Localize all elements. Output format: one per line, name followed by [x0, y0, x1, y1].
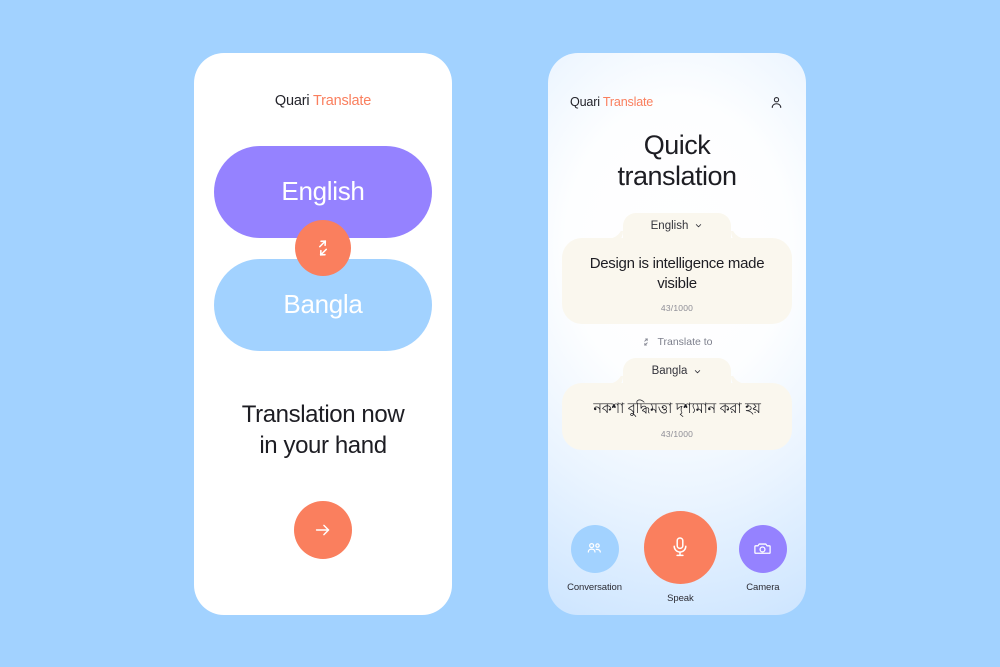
account-button[interactable] — [769, 95, 784, 110]
swap-languages-button[interactable] — [295, 220, 351, 276]
source-language-dropdown[interactable]: English — [623, 212, 731, 239]
speak-button[interactable]: Speak — [643, 510, 717, 604]
page-title: Quick translation — [548, 130, 806, 193]
people-group-icon — [587, 542, 601, 553]
app-logo: Quari Translate — [570, 95, 653, 109]
logo-text-primary: Quari — [274, 92, 310, 109]
source-char-count: 43/1000 — [660, 303, 694, 314]
logo-text-primary: Quari — [570, 95, 600, 109]
source-language-label: English — [650, 219, 689, 232]
language-selector-group: English Bangla — [214, 145, 432, 351]
app-mockup-stage: Quari Translate English Bangla Translati… — [0, 0, 1000, 667]
source-text-block: English Design is intelligence made visi… — [548, 212, 806, 325]
logo-text-accent: Translate — [312, 92, 372, 109]
conversation-button[interactable]: Conversation — [567, 524, 622, 593]
target-text-card[interactable]: নকশা বুদ্ধিমত্তা দৃশ্যমান করা হয় 43/100… — [562, 383, 792, 451]
person-icon — [771, 96, 782, 108]
page-title-line-2: translation — [617, 161, 737, 192]
cta-row — [194, 500, 452, 559]
camera-bubble — [738, 524, 787, 573]
chevron-down-icon — [695, 370, 701, 374]
target-language-label: Bangla — [283, 289, 363, 319]
conversation-bubble — [570, 524, 619, 573]
source-text: Design is intelligence made visible — [589, 254, 765, 293]
chevron-down-icon — [696, 224, 702, 228]
translate-to-divider[interactable]: Translate to — [548, 336, 806, 348]
get-started-button[interactable] — [294, 500, 352, 559]
target-char-count: 43/1000 — [660, 429, 694, 440]
arrow-right-icon — [315, 524, 330, 536]
camera-button[interactable]: Camera — [738, 524, 787, 593]
camera-label: Camera — [746, 581, 780, 593]
target-text: নকশা বুদ্ধিমত্তা দৃশ্যমান করা হয় — [593, 401, 761, 418]
action-bar: Conversation Speak Camera — [548, 510, 806, 604]
phone-screen-quick-translation: Quari Translate Quick translation Englis… — [548, 52, 806, 615]
speak-label: Speak — [667, 592, 694, 604]
source-text-card[interactable]: Design is intelligence made visible 43/1… — [562, 237, 792, 325]
swap-vertical-arrows-icon — [319, 240, 327, 256]
onboarding-tagline: Translation now in your hand — [194, 399, 452, 462]
speak-bubble — [643, 510, 717, 584]
target-language-label: Bangla — [651, 365, 688, 378]
conversation-label: Conversation — [567, 581, 622, 593]
target-language-dropdown[interactable]: Bangla — [623, 358, 731, 385]
translate-to-label: Translate to — [657, 336, 713, 349]
logo-text-accent: Translate — [602, 95, 654, 109]
microphone-icon — [673, 537, 687, 557]
target-text-block: Bangla নকশা বুদ্ধিমত্তা দৃশ্যমান করা হয়… — [548, 358, 806, 451]
phone-screen-onboarding: Quari Translate English Bangla Translati… — [194, 52, 452, 615]
source-language-label: English — [281, 176, 365, 206]
top-bar: Quari Translate — [548, 53, 806, 110]
swap-small-icon — [644, 338, 649, 346]
tagline-line-2: in your hand — [259, 432, 387, 460]
page-title-line-1: Quick — [643, 129, 711, 160]
camera-icon — [754, 543, 772, 554]
tagline-line-1: Translation now — [241, 400, 405, 428]
app-logo: Quari Translate — [194, 53, 452, 109]
